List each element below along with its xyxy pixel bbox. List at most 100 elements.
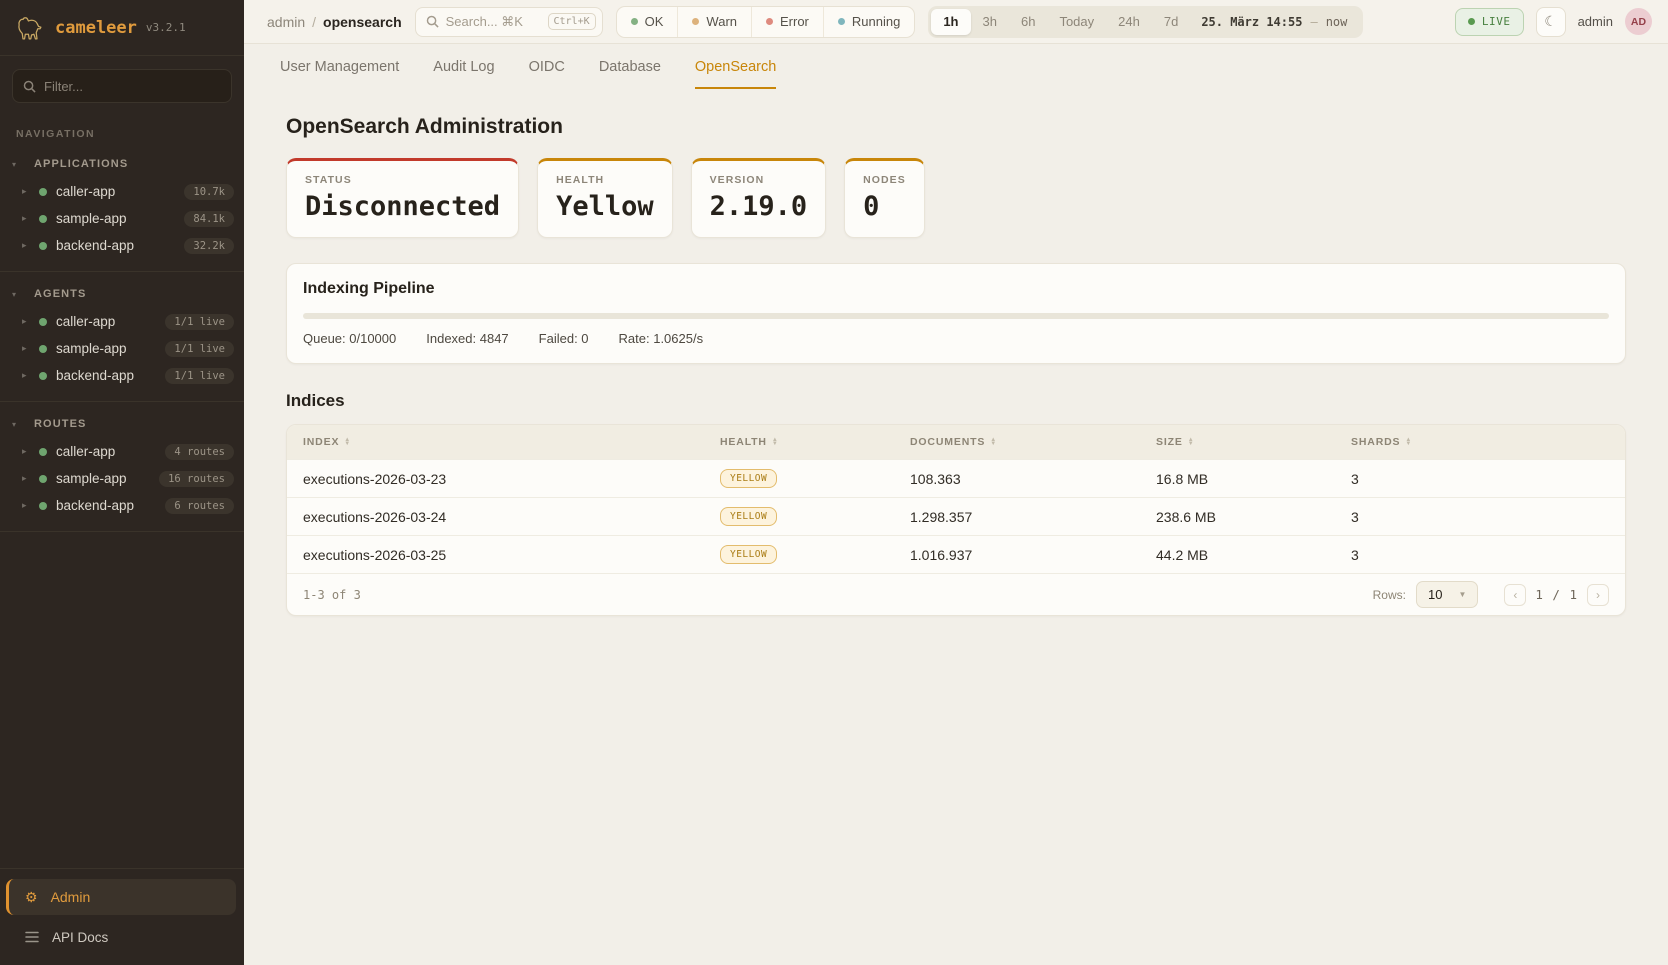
stat-value: Disconnected	[305, 191, 500, 222]
version-card: VERSION 2.19.0	[691, 158, 827, 238]
row-range-info: 1-3 of 3	[303, 588, 361, 602]
sidebar-item-sample-app-routes[interactable]: ▸ sample-app 16 routes	[0, 465, 244, 492]
stat-value: Yellow	[556, 191, 654, 222]
table-header: INDEX ▲▼ HEALTH ▲▼ DOCUMENTS ▲▼ SIZE ▲▼ …	[287, 425, 1625, 459]
rows-per-page-label: Rows:	[1373, 588, 1406, 602]
documents-value: 1.298.357	[910, 509, 1156, 525]
filter-running[interactable]: Running	[823, 7, 914, 37]
chevron-right-icon: ▸	[22, 473, 30, 484]
indexed-stat: Indexed: 4847	[426, 331, 508, 346]
column-header-documents[interactable]: DOCUMENTS ▲▼	[910, 436, 1156, 448]
avatar[interactable]: AD	[1625, 8, 1652, 35]
sidebar-item-admin[interactable]: ⚙ Admin	[6, 879, 236, 915]
rows-per-page-value: 10	[1428, 587, 1442, 602]
search-input[interactable]	[446, 14, 541, 29]
app-version: v3.2.1	[146, 21, 186, 34]
table-row[interactable]: executions-2026-03-24 YELLOW 1.298.357 2…	[287, 497, 1625, 535]
column-header-health[interactable]: HEALTH ▲▼	[720, 436, 910, 448]
page-title: OpenSearch Administration	[286, 115, 1626, 139]
sidebar-item-backend-app-agent[interactable]: ▸ backend-app 1/1 live	[0, 362, 244, 389]
topbar-right: LIVE ☾ admin AD	[1455, 7, 1652, 37]
sidebar-item-sample-app[interactable]: ▸ sample-app 84.1k	[0, 205, 244, 232]
shards-value: 3	[1351, 547, 1609, 563]
item-label: backend-app	[56, 498, 134, 513]
status-dot	[39, 345, 47, 353]
prev-page-button[interactable]: ‹	[1504, 584, 1526, 606]
shortcut-badge: Ctrl+K	[548, 13, 596, 30]
sidebar-item-caller-app-routes[interactable]: ▸ caller-app 4 routes	[0, 438, 244, 465]
status-dot	[39, 502, 47, 510]
size-value: 238.6 MB	[1156, 509, 1351, 525]
sidebar-item-api-docs[interactable]: API Docs	[0, 921, 244, 953]
tab-audit-log[interactable]: Audit Log	[433, 59, 494, 89]
next-page-button[interactable]: ›	[1587, 584, 1609, 606]
filter-warn[interactable]: Warn	[677, 7, 751, 37]
sidebar-item-sample-app-agent[interactable]: ▸ sample-app 1/1 live	[0, 335, 244, 362]
chevron-right-icon: ▸	[22, 213, 30, 224]
app-name: cameleer	[55, 18, 137, 38]
item-label: backend-app	[56, 368, 134, 383]
filter-error[interactable]: Error	[751, 7, 823, 37]
error-dot-icon	[766, 18, 773, 25]
status-filter-group: OK Warn Error Running	[616, 6, 916, 38]
range-3h[interactable]: 3h	[971, 9, 1009, 35]
live-indicator[interactable]: LIVE	[1455, 8, 1524, 36]
tab-oidc[interactable]: OIDC	[529, 59, 565, 89]
filter-input[interactable]	[44, 79, 221, 94]
tab-user-management[interactable]: User Management	[280, 59, 399, 89]
section-header-routes[interactable]: ▾ ROUTES	[0, 408, 244, 438]
sidebar-item-backend-app[interactable]: ▸ backend-app 32.2k	[0, 232, 244, 259]
chevron-down-icon: ▼	[1458, 590, 1466, 599]
range-24h[interactable]: 24h	[1106, 9, 1152, 35]
range-6h[interactable]: 6h	[1009, 9, 1047, 35]
chevron-down-icon: ▾	[12, 420, 22, 429]
api-docs-label: API Docs	[52, 930, 108, 945]
chevron-right-icon: ▸	[22, 500, 30, 511]
sidebar-item-caller-app[interactable]: ▸ caller-app 10.7k	[0, 178, 244, 205]
moon-icon: ☾	[1544, 13, 1557, 30]
date-range[interactable]: 25. März 14:55 — now	[1190, 15, 1360, 29]
tab-database[interactable]: Database	[599, 59, 661, 89]
item-label: caller-app	[56, 184, 115, 199]
item-label: caller-app	[56, 444, 115, 459]
pager: ‹ 1 / 1 ›	[1504, 584, 1609, 606]
filter-ok[interactable]: OK	[617, 7, 678, 37]
main-area: admin / opensearch Ctrl+K OK Warn Error	[244, 0, 1668, 965]
filter-label: Error	[780, 14, 809, 29]
list-icon	[25, 931, 39, 943]
range-7d[interactable]: 7d	[1152, 9, 1190, 35]
breadcrumb-separator: /	[312, 14, 316, 30]
theme-toggle[interactable]: ☾	[1536, 7, 1566, 37]
sort-icon: ▲▼	[772, 438, 779, 447]
table-row[interactable]: executions-2026-03-25 YELLOW 1.016.937 4…	[287, 535, 1625, 573]
global-search[interactable]: Ctrl+K	[415, 7, 603, 37]
size-value: 44.2 MB	[1156, 547, 1351, 563]
count-badge: 10.7k	[184, 184, 234, 200]
section-header-agents[interactable]: ▾ AGENTS	[0, 278, 244, 308]
status-card: STATUS Disconnected	[286, 158, 519, 238]
range-1h[interactable]: 1h	[931, 9, 970, 35]
tab-opensearch[interactable]: OpenSearch	[695, 59, 776, 89]
column-header-shards[interactable]: SHARDS ▲▼	[1351, 436, 1609, 448]
stat-value: 0	[863, 191, 906, 222]
pagination-controls: Rows: 10 ▼ ‹ 1 / 1 ›	[1373, 581, 1609, 608]
sort-icon: ▲▼	[1405, 438, 1412, 447]
indices-title: Indices	[286, 391, 1626, 411]
sidebar-item-caller-app-agent[interactable]: ▸ caller-app 1/1 live	[0, 308, 244, 335]
column-header-size[interactable]: SIZE ▲▼	[1156, 436, 1351, 448]
breadcrumb-current: opensearch	[323, 14, 402, 30]
sidebar-item-backend-app-routes[interactable]: ▸ backend-app 6 routes	[0, 492, 244, 519]
shards-value: 3	[1351, 509, 1609, 525]
table-row[interactable]: executions-2026-03-23 YELLOW 108.363 16.…	[287, 459, 1625, 497]
section-header-applications[interactable]: ▾ APPLICATIONS	[0, 148, 244, 178]
queue-stat: Queue: 0/10000	[303, 331, 396, 346]
sidebar-filter[interactable]	[12, 69, 232, 103]
range-today[interactable]: Today	[1047, 9, 1106, 35]
column-header-index[interactable]: INDEX ▲▼	[303, 436, 720, 448]
sidebar: cameleer v3.2.1 NAVIGATION ▾ APPLICATION…	[0, 0, 244, 965]
chevron-down-icon: ▾	[12, 290, 22, 299]
documents-value: 1.016.937	[910, 547, 1156, 563]
rows-per-page-select[interactable]: 10 ▼	[1416, 581, 1478, 608]
topbar: admin / opensearch Ctrl+K OK Warn Error	[244, 0, 1668, 44]
breadcrumb-parent[interactable]: admin	[267, 14, 305, 30]
